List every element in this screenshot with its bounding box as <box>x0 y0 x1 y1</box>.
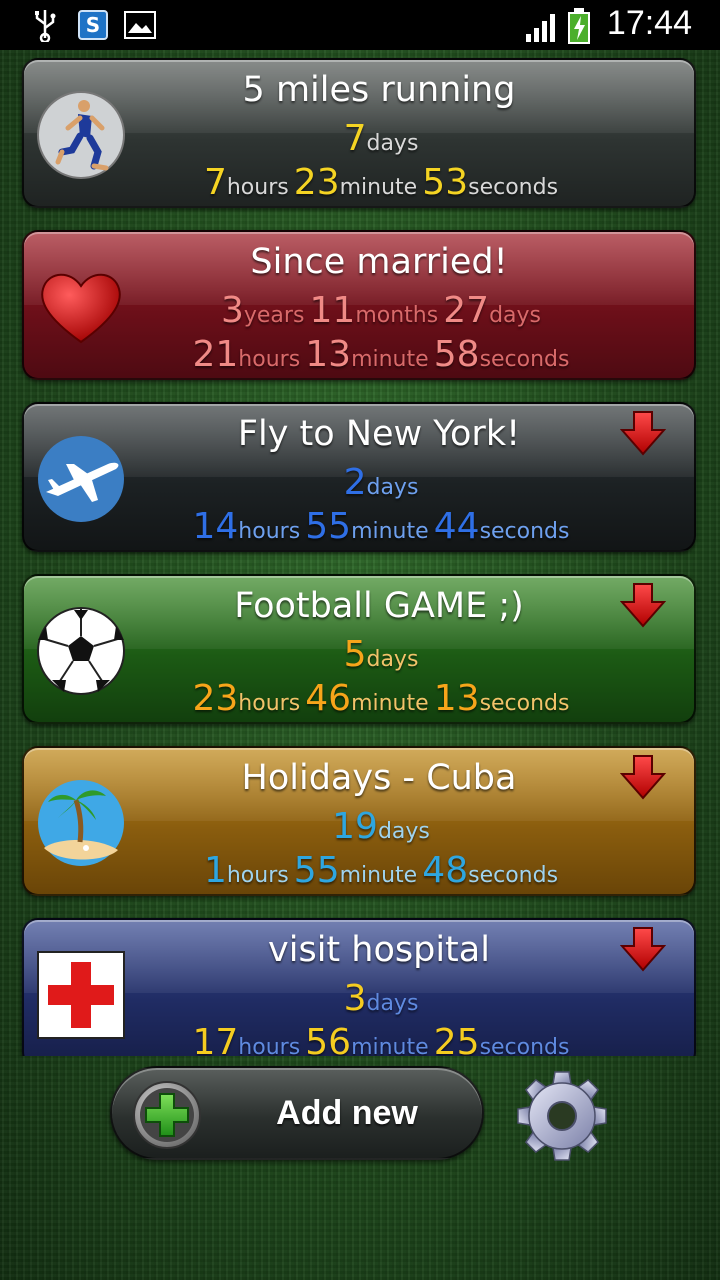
counter-unit: days <box>366 991 419 1016</box>
counter-value: 58 <box>433 334 480 375</box>
counter-value: 53 <box>422 162 469 203</box>
counter-value: 5 <box>343 634 367 675</box>
counter-unit: days <box>489 303 542 328</box>
counter-value: 13 <box>305 334 352 375</box>
countdown-arrow-icon <box>619 926 667 972</box>
counter-value: 23 <box>192 678 239 719</box>
counter-primary-line: 19days <box>24 806 694 847</box>
counter-value: 55 <box>305 506 352 547</box>
counter-secondary-line: 7hours 23minute 53seconds <box>24 162 694 203</box>
counter-unit: minute <box>351 347 429 372</box>
counter-value: 55 <box>293 850 340 891</box>
counter-value: 48 <box>422 850 469 891</box>
counter-card[interactable]: visit hospital 3days 17hours 56minute 25se… <box>22 918 696 1056</box>
counter-title: 5 miles running <box>242 70 516 110</box>
counter-value: 14 <box>192 506 239 547</box>
counter-value: 2 <box>343 462 367 503</box>
counter-title: Football GAME ;) <box>234 586 524 626</box>
counter-value: 21 <box>192 334 239 375</box>
counter-value: 46 <box>305 678 352 719</box>
counter-unit: days <box>366 475 419 500</box>
counter-unit: days <box>366 647 419 672</box>
counter-primary-line: 5days <box>24 634 694 675</box>
countdown-arrow-icon <box>619 410 667 456</box>
counter-unit: minute <box>339 175 418 200</box>
signal-icon <box>526 14 555 42</box>
countdown-arrow-icon <box>619 754 667 800</box>
counter-primary-line: 3days <box>24 978 694 1019</box>
counter-value: 19 <box>332 806 378 847</box>
counter-value: 17 <box>192 1022 239 1056</box>
counter-primary-line: 2days <box>24 462 694 503</box>
counter-list[interactable]: 5 miles running 7days 7hours 23minute 53se… <box>0 50 720 1056</box>
counter-value: 7 <box>343 118 367 159</box>
counter-unit: hours <box>226 863 289 888</box>
counter-unit: days <box>377 819 430 844</box>
counter-value: 56 <box>305 1022 352 1056</box>
plus-icon <box>133 1081 201 1149</box>
counter-unit: hours <box>238 347 301 372</box>
counter-unit: minute <box>351 691 429 716</box>
add-new-button[interactable]: Add new <box>110 1066 484 1160</box>
counter-title: Fly to New York! <box>237 414 521 454</box>
usb-icon <box>35 10 56 42</box>
counter-value: 27 <box>443 290 490 331</box>
counter-unit: seconds <box>479 519 570 544</box>
image-icon <box>124 11 156 39</box>
counter-title: Since married! <box>250 242 508 282</box>
counter-value: 13 <box>433 678 480 719</box>
counter-card[interactable]: Since married! 3years 11months 27days 21ho… <box>22 230 696 380</box>
battery-charging-icon <box>568 8 590 44</box>
counter-value: 23 <box>293 162 340 203</box>
counter-unit: months <box>355 303 439 328</box>
add-new-label: Add new <box>276 1094 418 1132</box>
counter-unit: seconds <box>479 347 570 372</box>
counter-unit: hours <box>238 691 301 716</box>
counter-secondary-line: 23hours 46minute 13seconds <box>24 678 694 719</box>
clock-time: 17:44 <box>606 4 692 42</box>
status-bar: S 17:44 <box>0 0 720 50</box>
counter-unit: seconds <box>468 863 559 888</box>
countdown-arrow-icon <box>619 582 667 628</box>
gear-icon[interactable] <box>516 1070 608 1162</box>
counter-secondary-line: 17hours 56minute 25seconds <box>24 1022 694 1056</box>
counter-value: 3 <box>343 978 367 1019</box>
counter-unit: seconds <box>479 691 570 716</box>
counter-unit: hours <box>238 1035 301 1056</box>
counter-unit: days <box>366 131 419 156</box>
counter-secondary-line: 21hours 13minute 58seconds <box>24 334 694 375</box>
counter-value: 44 <box>433 506 480 547</box>
counter-value: 25 <box>433 1022 480 1056</box>
counter-title: visit hospital <box>268 930 490 970</box>
counter-value: 11 <box>309 290 356 331</box>
counter-unit: hours <box>226 175 289 200</box>
counter-primary-line: 7days <box>24 118 694 159</box>
counter-unit: minute <box>339 863 418 888</box>
counter-title: Holidays - Cuba <box>241 758 517 798</box>
counter-unit: years <box>243 303 305 328</box>
counter-secondary-line: 1hours 55minute 48seconds <box>24 850 694 891</box>
counter-unit: seconds <box>479 1035 570 1056</box>
counter-unit: seconds <box>468 175 559 200</box>
counter-card[interactable]: 5 miles running 7days 7hours 23minute 53se… <box>22 58 696 208</box>
counter-secondary-line: 14hours 55minute 44seconds <box>24 506 694 547</box>
counter-card[interactable]: Fly to New York! 2days 14hours 55minute 44… <box>22 402 696 552</box>
counter-card[interactable]: Holidays - Cuba 19days 1hours 55minute 48s… <box>22 746 696 896</box>
counter-unit: minute <box>351 519 429 544</box>
counter-value: 1 <box>203 850 227 891</box>
counter-unit: hours <box>238 519 301 544</box>
counter-value: 3 <box>220 290 244 331</box>
counter-primary-line: 3years 11months 27days <box>24 290 694 331</box>
s-app-icon: S <box>78 10 108 40</box>
counter-unit: minute <box>351 1035 429 1056</box>
counter-value: 7 <box>203 162 227 203</box>
counter-card[interactable]: Football GAME ;) 5days 23hours 46minute 13… <box>22 574 696 724</box>
